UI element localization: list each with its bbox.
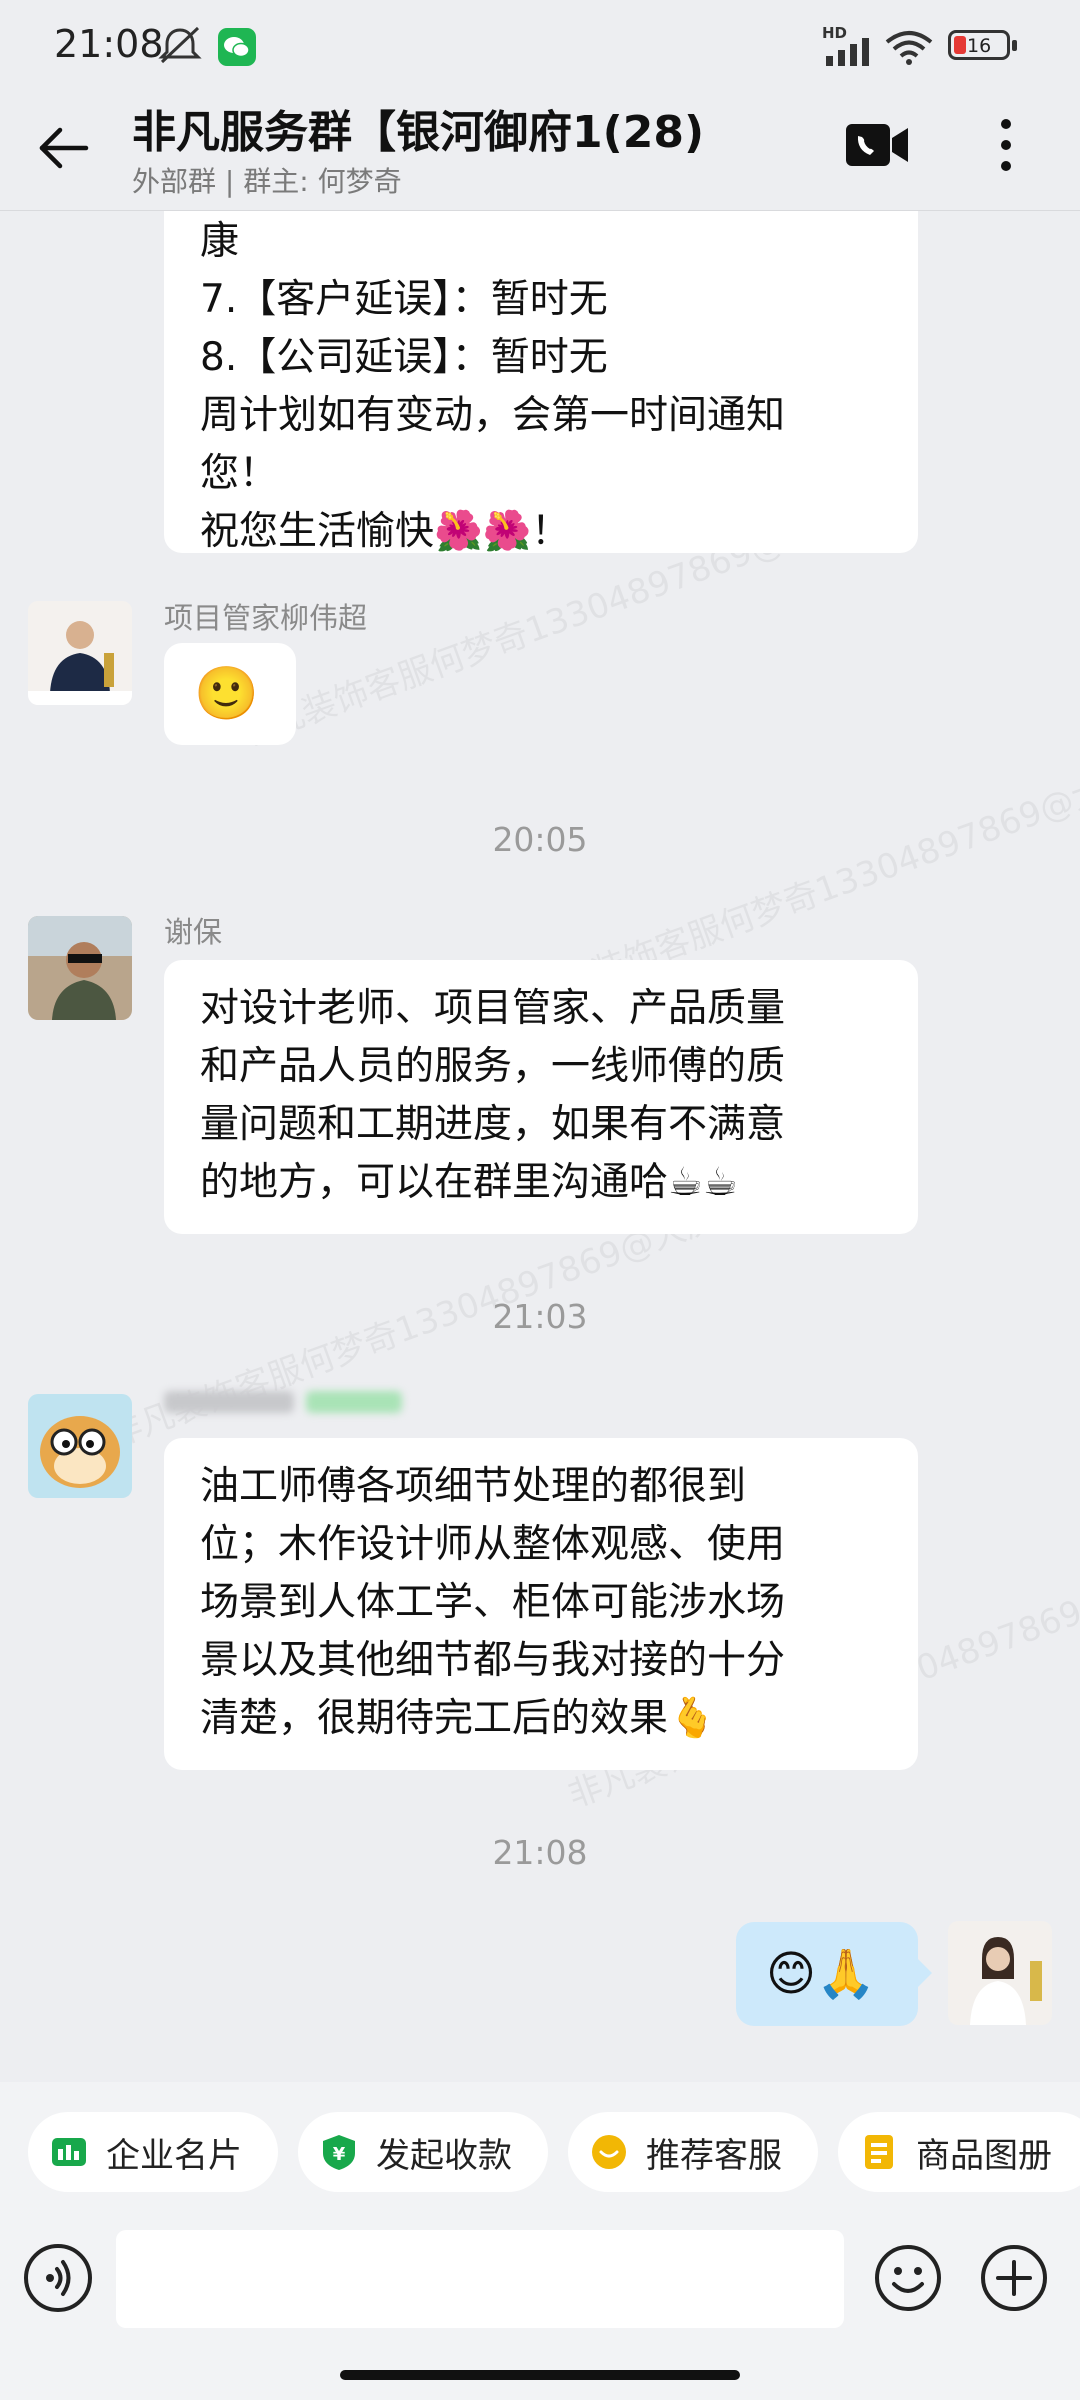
avatar[interactable]: [28, 1394, 132, 1498]
sender-name: 项目管家柳伟超: [164, 601, 368, 635]
home-indicator[interactable]: [340, 2370, 740, 2380]
own-avatar[interactable]: [948, 1921, 1052, 2025]
message-line: 清楚，很期待完工后的效果🫰: [200, 1696, 717, 1741]
business-card-button[interactable]: 企业名片: [28, 2112, 278, 2192]
message-line: 和产品人员的服务，一线师傅的质: [200, 1044, 786, 1089]
battery-icon: 16: [948, 30, 1010, 60]
own-message-bubble[interactable]: 😊🙏: [736, 1922, 918, 2026]
status-time: 21:08: [54, 22, 164, 66]
message-line: 对设计老师、项目管家、产品质量: [200, 986, 786, 1031]
message-line: 景以及其他细节都与我对接的十分: [200, 1638, 786, 1683]
emoji-message: 🙂: [194, 664, 259, 724]
message-input[interactable]: [116, 2230, 844, 2328]
back-arrow-icon[interactable]: [34, 118, 94, 178]
message-line: 祝您生活愉快🌺🌺！: [200, 509, 571, 554]
message-bubble[interactable]: 对设计老师、项目管家、产品质量 和产品人员的服务，一线师傅的质 量问题和工期进度…: [164, 960, 918, 1234]
signal-icon: [826, 38, 869, 66]
avatar[interactable]: [28, 916, 132, 1020]
timestamp: 21:08: [492, 1833, 588, 1872]
chip-label: 发起收款: [376, 2135, 512, 2176]
service-chat-icon: [592, 2135, 626, 2169]
message-line: 周计划如有变动，会第一时间通知: [200, 393, 786, 438]
chat-messages[interactable]: 非凡装饰客服何梦奇13304897869@大庆 非凡装饰客服何梦奇1330489…: [0, 211, 1080, 2081]
chip-label: 企业名片: [106, 2135, 242, 2176]
message-bubble[interactable]: 🙂: [164, 643, 296, 745]
video-call-icon[interactable]: [846, 120, 908, 170]
battery-level: 16: [967, 35, 992, 57]
input-bar: [0, 2222, 1080, 2400]
product-catalog-button[interactable]: 商品图册: [838, 2112, 1080, 2192]
emoji-picker-icon[interactable]: [874, 2244, 942, 2312]
timestamp: 20:05: [492, 820, 588, 859]
timestamp: 21:03: [492, 1297, 588, 1336]
catalog-icon: [865, 2135, 893, 2169]
payment-shield-icon: ¥: [323, 2135, 355, 2170]
chip-label: 推荐客服: [646, 2135, 782, 2176]
more-actions-plus-icon[interactable]: [980, 2244, 1048, 2312]
message-line: 的地方，可以在群里沟通哈☕☕: [200, 1160, 738, 1205]
chip-label: 商品图册: [916, 2135, 1052, 2176]
message-line: 康: [200, 219, 240, 264]
status-bar: 21:08 HD 16: [0, 0, 1080, 92]
sender-name: 谢保: [164, 915, 223, 949]
voice-icon: [46, 2260, 71, 2296]
message-line: 您！: [200, 451, 279, 496]
chat-title: 非凡服务群【银河御府1(28): [132, 107, 705, 158]
recommend-service-button[interactable]: 推荐客服: [568, 2112, 818, 2192]
voice-input-button[interactable]: [24, 2244, 92, 2312]
message-bubble[interactable]: 油工师傅各项细节处理的都很到 位；木作设计师从整体观感、使用 场景到人体工学、柜…: [164, 1438, 918, 1770]
message-bubble[interactable]: 康 7.【客户延误】：暂时无 8.【公司延误】：暂时无 周计划如有变动，会第一时…: [164, 211, 918, 554]
wechat-icon: [218, 28, 256, 66]
avatar[interactable]: [28, 601, 132, 705]
message-line: 场景到人体工学、柜体可能涉水场: [200, 1580, 786, 1625]
message-line: 量问题和工期进度，如果有不满意: [200, 1102, 786, 1147]
blurred-sender-name: [164, 1387, 404, 1417]
emoji-message: 😊🙏: [766, 1946, 876, 2002]
mute-icon: [158, 26, 202, 64]
message-line: 7.【客户延误】：暂时无: [200, 277, 608, 322]
request-payment-button[interactable]: ¥ 发起收款: [298, 2112, 548, 2192]
quick-actions-bar: 企业名片 ¥ 发起收款 推荐客服 商品图册: [0, 2082, 1080, 2222]
more-options-icon[interactable]: [986, 114, 1026, 176]
bubble-tail: [918, 1959, 932, 1987]
message-line: 8.【公司延误】：暂时无: [200, 335, 608, 380]
message-line: 油工师傅各项细节处理的都很到: [200, 1464, 747, 1509]
wifi-icon: [885, 31, 933, 65]
business-card-icon: [52, 2138, 86, 2166]
chat-header: 非凡服务群【银河御府1(28) 外部群 | 群主: 何梦奇: [0, 92, 1080, 211]
message-line: 位；木作设计师从整体观感、使用: [200, 1522, 786, 1567]
svg-text:¥: ¥: [333, 2144, 346, 2165]
chat-subtitle: 外部群 | 群主: 何梦奇: [132, 165, 402, 198]
